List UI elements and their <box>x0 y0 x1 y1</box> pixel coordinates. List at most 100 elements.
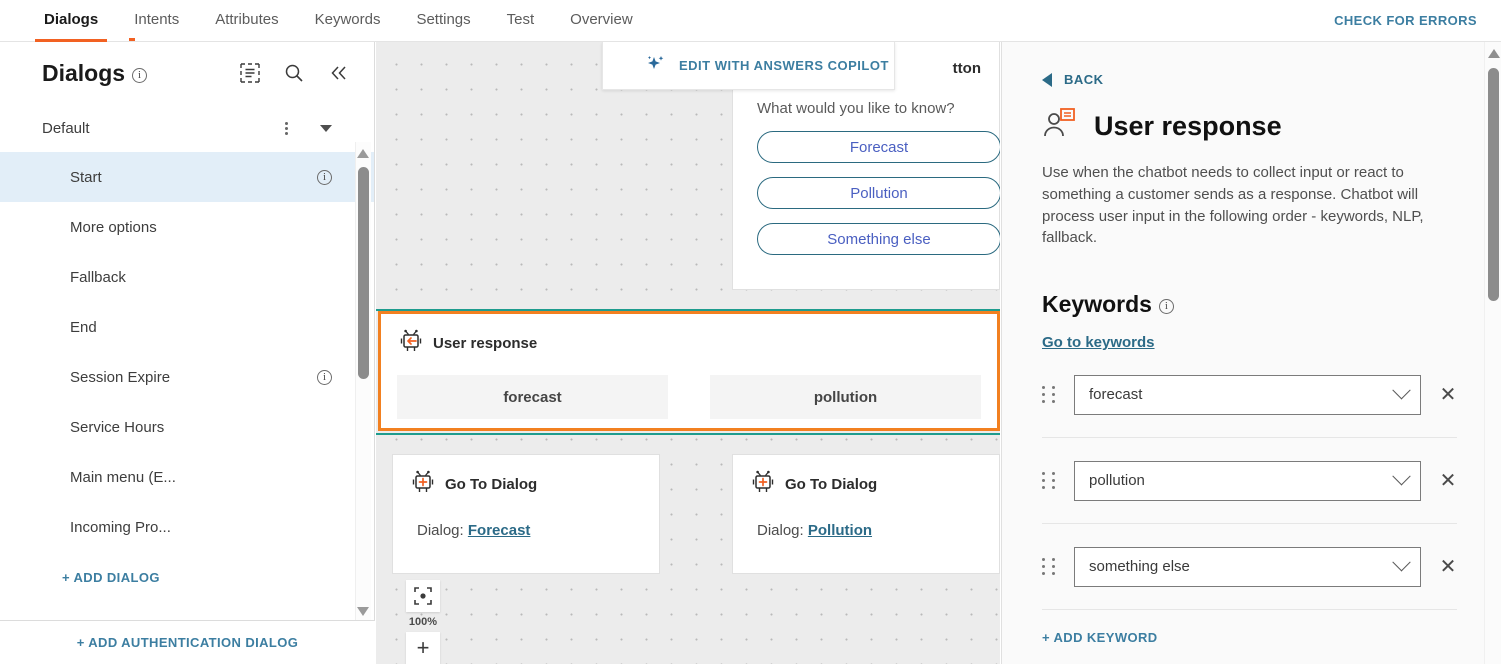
scroll-down-arrow-icon[interactable] <box>357 607 369 616</box>
plus-icon: + <box>416 635 430 660</box>
user-response-robot-icon <box>399 328 423 359</box>
keyword-select-value: something else <box>1089 558 1190 575</box>
add-dialog-button[interactable]: + ADD DIALOG <box>0 558 374 596</box>
back-button[interactable]: BACK <box>1042 72 1457 87</box>
sidebar-title: Dialogs i <box>42 60 148 87</box>
tab-settings-label: Settings <box>416 10 471 28</box>
go-to-dialog-prefix: Dialog: <box>757 522 804 539</box>
buttons-node-title: tton <box>952 60 981 77</box>
sidebar-item-session-expire[interactable]: Session Expire i <box>0 352 374 402</box>
tab-dialogs[interactable]: Dialogs <box>26 0 116 42</box>
tab-intents[interactable]: Intents <box>116 0 197 42</box>
keywords-section-heading: Keywords i <box>1042 291 1457 318</box>
dialog-flow-canvas[interactable]: tton What would you like to know? Foreca… <box>376 42 1000 664</box>
properties-panel-content: BACK User response Use when the chatbot … <box>1002 42 1501 645</box>
go-to-keywords-link[interactable]: Go to keywords <box>1042 334 1155 351</box>
tab-overview[interactable]: Overview <box>552 0 651 42</box>
canvas-button-pollution[interactable]: Pollution <box>757 177 1000 209</box>
sidebar-scrollbar[interactable] <box>355 142 371 622</box>
drag-handle-icon[interactable] <box>1042 472 1056 489</box>
sidebar-item-incoming-pro[interactable]: Incoming Pro... <box>0 502 374 552</box>
keyword-row: forecast ✕ <box>1042 352 1457 438</box>
user-response-person-icon <box>1042 107 1076 146</box>
add-keyword-button[interactable]: + ADD KEYWORD <box>1042 630 1457 645</box>
go-to-dialog-body: Dialog: Forecast <box>393 506 659 539</box>
properties-panel-description: Use when the chatbot needs to collect in… <box>1042 164 1424 247</box>
dialog-group-label: Default <box>42 119 90 137</box>
remove-keyword-icon[interactable]: ✕ <box>1439 557 1457 577</box>
go-to-dialog-body: Dialog: Pollution <box>733 506 999 539</box>
user-response-node[interactable]: User response forecast pollution <box>378 311 1000 431</box>
sidebar-item-more-options[interactable]: More options <box>0 202 374 252</box>
go-to-dialog-title: Go To Dialog <box>445 476 538 493</box>
scroll-up-arrow-icon[interactable] <box>1488 49 1500 58</box>
dialog-list: Start i More options Fallback End Sessio… <box>0 152 374 552</box>
sidebar-item-end[interactable]: End <box>0 302 374 352</box>
sidebar-item-label: Start <box>70 168 102 186</box>
add-authentication-dialog-button[interactable]: + ADD AUTHENTICATION DIALOG <box>0 620 375 664</box>
drag-handle-icon[interactable] <box>1042 558 1056 575</box>
info-icon[interactable]: i <box>132 67 148 83</box>
sidebar-item-start[interactable]: Start i <box>0 152 374 202</box>
tab-attributes[interactable]: Attributes <box>197 0 296 42</box>
go-to-dialog-node-forecast[interactable]: Go To Dialog Dialog: Forecast <box>392 454 660 574</box>
canvas-button-forecast[interactable]: Forecast <box>757 131 1000 163</box>
keyword-select-forecast[interactable]: forecast <box>1074 374 1421 415</box>
go-to-dialog-robot-icon <box>411 469 435 500</box>
keyword-select-pollution[interactable]: pollution <box>1074 460 1421 501</box>
sidebar-item-service-hours[interactable]: Service Hours <box>0 402 374 452</box>
info-icon[interactable]: i <box>1158 299 1174 314</box>
chevron-down-icon <box>1392 553 1411 572</box>
properties-panel-scrollbar-thumb[interactable] <box>1488 68 1499 301</box>
info-icon[interactable]: i <box>317 369 332 385</box>
back-arrow-icon <box>1042 72 1052 87</box>
go-to-dialog-target-link[interactable]: Pollution <box>808 522 872 539</box>
chevron-down-icon[interactable] <box>320 124 332 132</box>
edit-with-answers-copilot-label[interactable]: EDIT WITH ANSWERS COPILOT <box>679 58 889 73</box>
sidebar-item-label: Incoming Pro... <box>70 518 171 536</box>
remove-keyword-icon[interactable]: ✕ <box>1439 385 1457 405</box>
dialog-group-default[interactable]: Default <box>0 104 374 152</box>
tab-keywords[interactable]: Keywords <box>297 0 399 42</box>
zoom-in-button[interactable]: + <box>406 632 440 664</box>
select-all-icon[interactable] <box>240 63 260 83</box>
collapse-panel-icon[interactable] <box>328 63 348 83</box>
sidebar-item-label: Main menu (E... <box>70 468 176 486</box>
user-response-node-header: User response <box>381 314 997 365</box>
keyword-select-value: forecast <box>1089 386 1143 403</box>
fit-to-screen-button[interactable] <box>406 580 440 612</box>
sidebar-item-main-menu[interactable]: Main menu (E... <box>0 452 374 502</box>
keyword-chip-forecast[interactable]: forecast <box>397 375 668 419</box>
drag-handle-icon[interactable] <box>1042 386 1056 403</box>
tab-settings[interactable]: Settings <box>398 0 488 42</box>
canvas-zoom-controls: 100% + <box>406 580 440 664</box>
go-to-dialog-target-link[interactable]: Forecast <box>468 522 531 539</box>
tab-dialogs-label: Dialogs <box>44 10 99 28</box>
sidebar-scrollbar-thumb[interactable] <box>358 167 369 379</box>
more-options-icon[interactable] <box>278 120 294 137</box>
back-button-label: BACK <box>1064 72 1104 87</box>
tab-test[interactable]: Test <box>489 0 553 42</box>
go-to-dialog-node-pollution[interactable]: Go To Dialog Dialog: Pollution <box>732 454 1000 574</box>
scroll-up-arrow-icon[interactable] <box>357 149 369 158</box>
canvas-button-something-else[interactable]: Something else <box>757 223 1000 255</box>
search-icon[interactable] <box>284 63 304 83</box>
keyword-chip-pollution[interactable]: pollution <box>710 375 981 419</box>
user-response-keyword-chips: forecast pollution <box>381 365 997 419</box>
info-icon[interactable]: i <box>317 169 332 185</box>
check-for-errors-button[interactable]: CHECK FOR ERRORS <box>1334 13 1477 28</box>
sidebar-item-label: End <box>70 318 97 336</box>
edit-with-answers-copilot-tooltip[interactable]: EDIT WITH ANSWERS COPILOT <box>602 42 895 90</box>
properties-panel-scrollbar[interactable] <box>1484 42 1501 664</box>
sidebar-item-label: Fallback <box>70 268 126 286</box>
keyword-row: pollution ✕ <box>1042 438 1457 524</box>
keyword-select-something-else[interactable]: something else <box>1074 546 1421 587</box>
tab-attributes-label: Attributes <box>215 10 279 28</box>
user-response-node-title: User response <box>433 335 538 352</box>
remove-keyword-icon[interactable]: ✕ <box>1439 471 1457 491</box>
go-to-dialog-title: Go To Dialog <box>785 476 878 493</box>
keyword-select-value: pollution <box>1089 472 1145 489</box>
tab-list: Dialogs Intents Attributes Keywords Sett… <box>0 0 651 42</box>
sidebar-item-fallback[interactable]: Fallback <box>0 252 374 302</box>
connector-line-bottom <box>376 433 1000 435</box>
